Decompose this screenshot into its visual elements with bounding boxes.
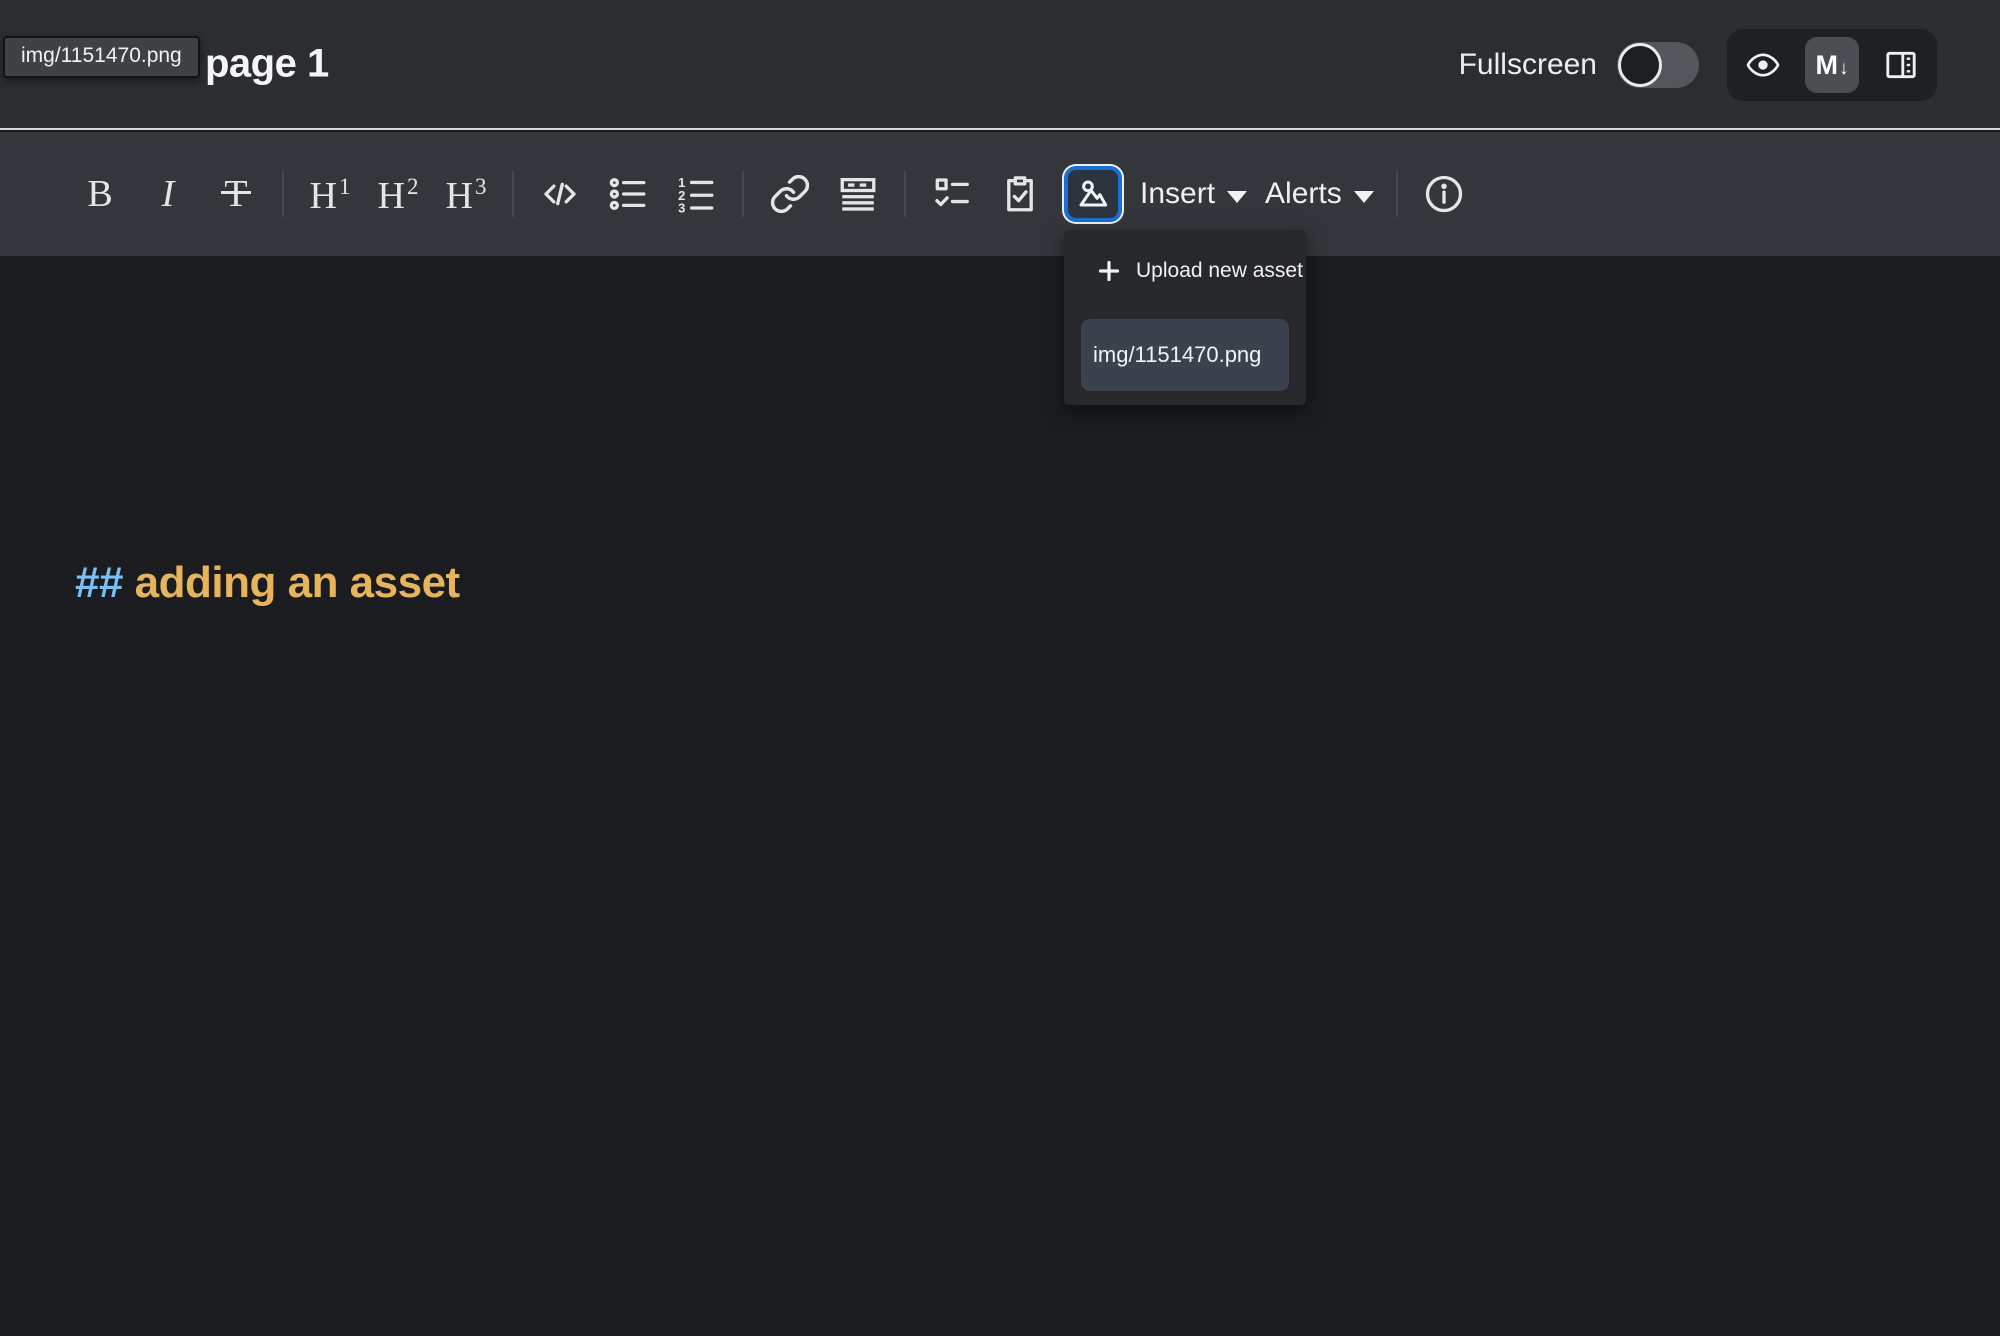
strikethrough-button[interactable]: T — [212, 162, 260, 226]
h1-icon: H1 — [310, 174, 351, 215]
fullscreen-toggle[interactable] — [1617, 42, 1699, 88]
toggle-knob — [1618, 43, 1662, 87]
task-list-button[interactable] — [928, 162, 976, 226]
chevron-down-icon — [1227, 191, 1247, 203]
clipboard-check-icon — [999, 173, 1041, 215]
upload-new-asset-label: Upload new asset — [1136, 259, 1303, 283]
asset-dropdown: Upload new asset img/1151470.png — [1064, 230, 1306, 405]
split-layout-icon — [1883, 47, 1919, 83]
toolbar-separator — [282, 171, 284, 217]
bullet-list-button[interactable] — [604, 162, 652, 226]
info-icon — [1422, 172, 1466, 216]
bullet-list-icon — [607, 173, 649, 215]
strikethrough-icon: T — [224, 175, 247, 213]
view-mode-group: M↓ — [1727, 29, 1937, 101]
link-icon — [769, 173, 811, 215]
image-icon — [1073, 174, 1113, 214]
svg-text:3: 3 — [678, 201, 685, 215]
markdown-icon: M↓ — [1816, 50, 1849, 81]
plus-icon — [1097, 259, 1121, 283]
clipboard-check-button[interactable] — [996, 162, 1044, 226]
info-button[interactable] — [1420, 162, 1468, 226]
insert-image-button[interactable] — [1064, 166, 1122, 222]
heading3-button[interactable]: H3 — [442, 162, 490, 226]
code-icon — [539, 173, 581, 215]
insert-menu-label: Insert — [1140, 177, 1215, 211]
formatting-toolbar: B I T H1 H2 H3 — [0, 132, 2000, 256]
table-icon — [837, 173, 879, 215]
split-view-button[interactable] — [1883, 47, 1919, 83]
task-list-icon — [931, 173, 973, 215]
toolbar-separator — [512, 171, 514, 217]
link-button[interactable] — [766, 162, 814, 226]
eye-icon — [1745, 47, 1781, 83]
asset-list-item[interactable]: img/1151470.png — [1081, 319, 1289, 391]
fullscreen-label: Fullscreen — [1459, 48, 1597, 82]
table-button[interactable] — [834, 162, 882, 226]
markdown-mode-button[interactable]: M↓ — [1805, 37, 1859, 93]
h3-icon: H3 — [446, 174, 487, 215]
heading2-button[interactable]: H2 — [374, 162, 422, 226]
numbered-list-button[interactable]: 1 2 3 — [672, 162, 720, 226]
h2-icon: H2 — [378, 174, 419, 215]
italic-icon: I — [162, 175, 175, 213]
bold-button[interactable]: B — [76, 162, 124, 226]
code-block-button[interactable] — [536, 162, 584, 226]
italic-button[interactable]: I — [144, 162, 192, 226]
page-title[interactable]: page 1 — [205, 42, 329, 87]
numbered-list-icon: 1 2 3 — [675, 173, 717, 215]
toolbar-separator — [742, 171, 744, 217]
editor-surface[interactable]: ## adding an asset — [0, 258, 2000, 1336]
preview-eye-button[interactable] — [1745, 47, 1781, 83]
bold-icon: B — [87, 175, 112, 213]
heading-hashes: ## — [75, 558, 135, 607]
toolbar-separator — [1396, 171, 1398, 217]
header-bar: page 1 img/1151470.png Fullscreen — [0, 0, 2000, 130]
heading-text: adding an asset — [135, 558, 460, 607]
alerts-menu-button[interactable]: Alerts — [1265, 177, 1374, 211]
heading1-button[interactable]: H1 — [306, 162, 354, 226]
alerts-menu-label: Alerts — [1265, 177, 1342, 211]
asset-path-tooltip: img/1151470.png — [3, 36, 200, 78]
upload-new-asset-button[interactable]: Upload new asset — [1064, 256, 1306, 286]
chevron-down-icon — [1354, 191, 1374, 203]
header-controls: Fullscreen M↓ — [1459, 0, 1937, 130]
insert-menu-button[interactable]: Insert — [1140, 177, 1247, 211]
markdown-heading-line: ## adding an asset — [75, 558, 460, 608]
editor-window: page 1 img/1151470.png Fullscreen — [0, 0, 2000, 1336]
toolbar-separator — [904, 171, 906, 217]
